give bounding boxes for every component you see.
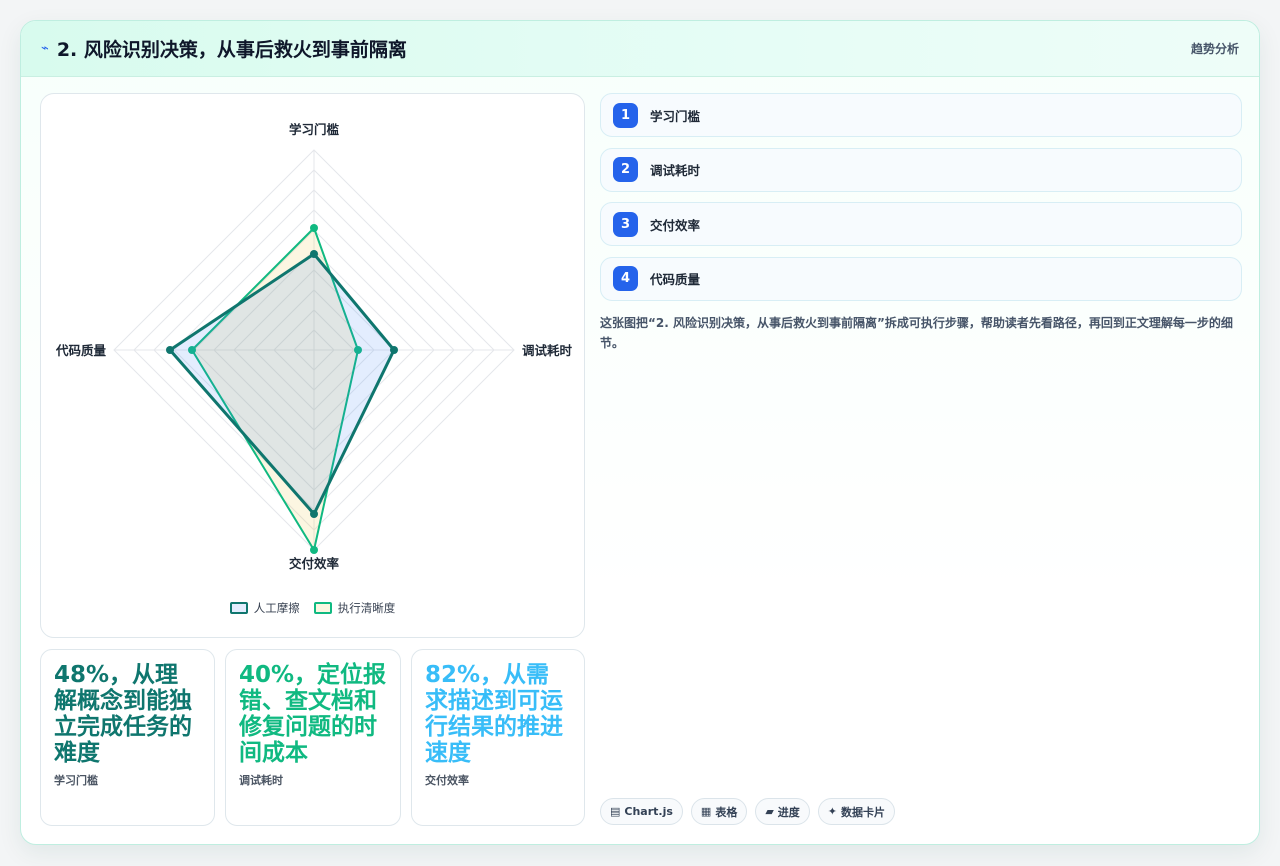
chip-label: 表格 xyxy=(715,805,738,819)
radar-chart: 学习门槛调试耗时交付效率 代码质量 xyxy=(55,122,573,571)
stat-value: 82%，从需求描述到可运行结果的推进速度 xyxy=(425,662,563,766)
stat-label: 交付效率 xyxy=(425,774,469,787)
tech-chips: ▤ Chart.js ▦ 表格 ▰ 进度 ✦ 数据卡片 xyxy=(600,798,896,825)
step-item-3[interactable]: 3 交付效率 xyxy=(600,202,1242,246)
step-label: 调试耗时 xyxy=(650,163,701,178)
step-label: 交付效率 xyxy=(650,217,701,233)
chart-icon: ▤ xyxy=(610,805,621,818)
stat-card-delivery: 82%，从需求描述到可运行结果的推进速度 交付效率 xyxy=(411,649,585,826)
data-point-series-2 xyxy=(310,546,318,554)
step-label: 学习门槛 xyxy=(650,108,701,124)
radar-chart-panel: 学习门槛调试耗时交付效率 代码质量 人工摩擦 执行清晰度 xyxy=(40,93,585,638)
data-point-series-1 xyxy=(310,250,318,258)
chip-progress[interactable]: ▰ 进度 xyxy=(755,798,810,825)
legend-item-series-2[interactable]: 执行清晰度 xyxy=(313,600,396,616)
chip-label: Chart.js xyxy=(624,805,673,818)
legend-label-series-2: 执行清晰度 xyxy=(337,601,396,615)
stat-card-learning: 48%，从理解概念到能独立完成任务的难度 学习门槛 xyxy=(40,649,215,826)
data-point-series-1 xyxy=(390,346,398,354)
stat-label: 调试耗时 xyxy=(239,774,283,787)
series-area-1 xyxy=(168,252,396,516)
step-list: 1 学习门槛 2 调试耗时 3 交付效率 4 代码质量 xyxy=(600,93,1242,311)
stat-label: 学习门槛 xyxy=(54,774,98,787)
axis-label: 代码质量 xyxy=(55,343,107,358)
sparkle-icon: ✦ xyxy=(827,805,838,818)
data-point-series-2 xyxy=(310,224,318,232)
axis-label: 学习门槛 xyxy=(289,122,340,137)
stat-value: 40%，定位报错、查文档和修复问题的时间成本 xyxy=(239,662,387,766)
data-point-series-1 xyxy=(310,510,318,518)
step-label: 代码质量 xyxy=(650,272,701,287)
chip-label: 进度 xyxy=(777,805,800,819)
step-number: 3 xyxy=(613,211,638,237)
chart-description: 这张图把“2. 风险识别决策，从事后救火到事前隔离”拆成可执行步骤，帮助读者先看… xyxy=(600,316,1233,350)
step-number: 1 xyxy=(613,102,638,128)
step-item-4[interactable]: 4 代码质量 xyxy=(600,256,1242,301)
stat-card-debug: 40%，定位报错、查文档和修复问题的时间成本 调试耗时 xyxy=(225,649,401,826)
pulse-icon: ⌁ xyxy=(41,41,49,56)
progress-icon: ▰ xyxy=(765,805,774,818)
step-number: 4 xyxy=(613,266,638,291)
legend-swatch-series-2 xyxy=(313,602,332,614)
data-point-series-1 xyxy=(166,346,174,354)
legend-item-series-1[interactable]: 人工摩擦 xyxy=(229,600,300,616)
trend-analysis-tag[interactable]: 趋势分析 xyxy=(1191,40,1239,57)
chip-data-card[interactable]: ✦ 数据卡片 xyxy=(817,798,896,825)
trend-card: ⌁ 2. 风险识别决策，从事后救火到事前隔离 趋势分析 学习门槛 调试耗时 交付效率… xyxy=(20,20,1260,845)
axis-label: 交付效率 xyxy=(289,556,340,571)
chip-label: 数据卡片 xyxy=(841,805,886,819)
step-number: 2 xyxy=(613,157,638,182)
chart-legend: 人工摩擦 执行清晰度 xyxy=(41,600,584,616)
step-item-1[interactable]: 1 学习门槛 xyxy=(600,93,1242,137)
chip-chartjs[interactable]: ▤ Chart.js xyxy=(600,798,683,825)
stat-value: 48%，从理解概念到能独立完成任务的难度 xyxy=(54,662,192,766)
axis-label: 调试耗时 xyxy=(522,343,573,358)
card-header: ⌁ 2. 风险识别决策，从事后救火到事前隔离 趋势分析 xyxy=(21,21,1259,77)
legend-swatch-series-1 xyxy=(229,602,248,614)
table-icon: ▦ xyxy=(700,805,712,818)
step-item-2[interactable]: 2 调试耗时 xyxy=(600,147,1242,192)
chip-table[interactable]: ▦ 表格 xyxy=(690,798,748,825)
stat-cards: 48%，从理解概念到能独立完成任务的难度 学习门槛 40%，定位报错、查文档和修… xyxy=(40,649,585,826)
legend-label-series-1: 人工摩擦 xyxy=(253,601,300,615)
card-title: 2. 风险识别决策，从事后救火到事前隔离 xyxy=(56,39,407,61)
